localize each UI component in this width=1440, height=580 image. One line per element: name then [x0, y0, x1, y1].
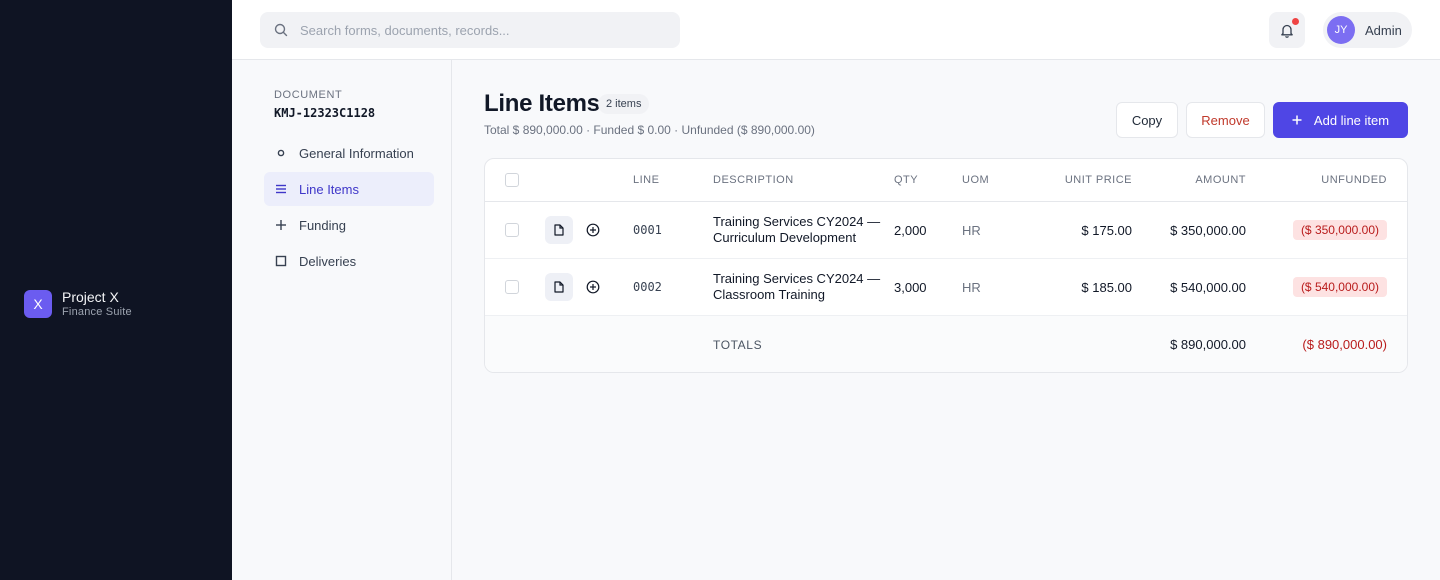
brand-name: Project X: [62, 289, 119, 305]
document-label: DOCUMENT: [274, 89, 343, 101]
brand-subtitle: Finance Suite: [62, 306, 132, 318]
copy-button[interactable]: Copy: [1116, 102, 1178, 138]
document-icon: [554, 224, 564, 236]
description-cell: Training Services CY2024 — Curriculum De…: [713, 202, 893, 258]
unit-price: $ 175.00: [1081, 222, 1132, 238]
add-circle-icon[interactable]: [586, 223, 600, 237]
totals-label: TOTALS: [713, 337, 763, 352]
add-line-item-label: Add line item: [1313, 112, 1390, 128]
qty: 3,000: [894, 279, 927, 295]
plus-icon: [274, 218, 288, 232]
totals-row: TOTALS $ 890,000.00 ($ 890,000.00): [485, 316, 1407, 372]
line-description: Training Services CY2024 — Classroom Tra…: [713, 271, 881, 302]
notification-dot: [1292, 18, 1299, 25]
nav-item-general-information[interactable]: General Information: [264, 136, 434, 170]
line-number: 0001: [633, 223, 662, 237]
brand-logo: X: [24, 290, 52, 318]
document-button[interactable]: [545, 273, 573, 301]
funding-summary: Total $ 890,000.00 · Funded $ 0.00 · Unf…: [484, 123, 815, 137]
document-button[interactable]: [545, 216, 573, 244]
column-header-amount[interactable]: AMOUNT: [1145, 159, 1246, 201]
line-description: Training Services CY2024 — Curriculum De…: [713, 214, 881, 245]
totals-amount: $ 890,000.00: [1170, 337, 1246, 352]
search-box[interactable]: [260, 12, 680, 48]
line-number: 0002: [633, 280, 662, 294]
table-row[interactable]: 0002 Training Services CY2024 — Classroo…: [485, 259, 1407, 316]
amount: $ 350,000.00: [1170, 222, 1246, 238]
nav-item-line-items[interactable]: Line Items: [264, 172, 434, 206]
row-expand-cell: [586, 259, 600, 315]
bell-icon: [1281, 24, 1293, 38]
column-header-uom[interactable]: UOM: [962, 159, 989, 201]
row-checkbox[interactable]: [505, 280, 519, 294]
column-header-unit-price[interactable]: UNIT PRICE: [1025, 159, 1132, 201]
amount: $ 540,000.00: [1170, 279, 1246, 295]
plus-icon: [1292, 115, 1302, 125]
nav-item-label: Deliveries: [299, 253, 357, 269]
nav-item-funding[interactable]: Funding: [264, 208, 434, 242]
nav-item-label: Funding: [299, 217, 346, 233]
table-header: LINE DESCRIPTION QTY UOM UNIT PRICE AMOU…: [485, 159, 1407, 202]
row-select-cell: [505, 259, 519, 315]
add-circle-icon[interactable]: [586, 280, 600, 294]
square-icon: [274, 254, 288, 268]
column-header-line[interactable]: LINE: [633, 159, 659, 201]
description-cell: Training Services CY2024 — Classroom Tra…: [713, 259, 893, 315]
row-document-cell: [545, 202, 573, 258]
row-expand-cell: [586, 202, 600, 258]
select-all-checkbox[interactable]: [505, 173, 519, 187]
user-menu[interactable]: JY Admin: [1323, 12, 1412, 48]
circle-icon: [274, 146, 288, 160]
avatar: JY: [1327, 16, 1355, 44]
totals-unfunded: ($ 890,000.00): [1302, 337, 1387, 352]
nav-item-label: General Information: [299, 145, 414, 161]
remove-button[interactable]: Remove: [1186, 102, 1265, 138]
unfunded-cell: ($ 350,000.00): [1265, 202, 1387, 258]
notifications-button[interactable]: [1269, 12, 1305, 48]
unfunded-badge: ($ 350,000.00): [1292, 220, 1387, 240]
table-row[interactable]: 0001 Training Services CY2024 — Curricul…: [485, 202, 1407, 259]
topbar: JY Admin: [232, 0, 1440, 60]
list-icon: [274, 182, 288, 196]
row-document-cell: [545, 259, 573, 315]
document-icon: [554, 281, 564, 293]
unfunded-cell: ($ 540,000.00): [1265, 259, 1387, 315]
row-checkbox[interactable]: [505, 223, 519, 237]
uom: HR: [962, 222, 981, 238]
page-title: Line Items: [484, 90, 600, 117]
search-icon: [274, 23, 288, 37]
brand[interactable]: X Project X Finance Suite: [24, 289, 132, 319]
column-header-unfunded[interactable]: UNFUNDED: [1265, 159, 1387, 201]
add-line-item-button[interactable]: Add line item: [1273, 102, 1408, 138]
nav-item-label: Line Items: [299, 181, 359, 197]
app-sidebar: X Project X Finance Suite: [0, 0, 232, 580]
unit-price: $ 185.00: [1081, 279, 1132, 295]
document-nav: DOCUMENT KMJ-12323C1128 General Informat…: [232, 60, 452, 580]
brand-text: Project X Finance Suite: [62, 289, 132, 319]
nav-item-deliveries[interactable]: Deliveries: [264, 244, 434, 278]
uom: HR: [962, 279, 981, 295]
unfunded-badge: ($ 540,000.00): [1292, 277, 1387, 297]
column-header-qty[interactable]: QTY: [894, 159, 918, 201]
item-count-badge: 2 items: [598, 94, 650, 114]
user-name: Admin: [1365, 22, 1402, 38]
search-input[interactable]: [300, 22, 660, 38]
row-select-cell: [505, 202, 519, 258]
document-id: KMJ-12323C1128: [274, 106, 376, 120]
line-items-table: LINE DESCRIPTION QTY UOM UNIT PRICE AMOU…: [484, 158, 1408, 373]
select-all-cell: [505, 159, 519, 201]
qty: 2,000: [894, 222, 927, 238]
column-header-description[interactable]: DESCRIPTION: [713, 159, 794, 201]
